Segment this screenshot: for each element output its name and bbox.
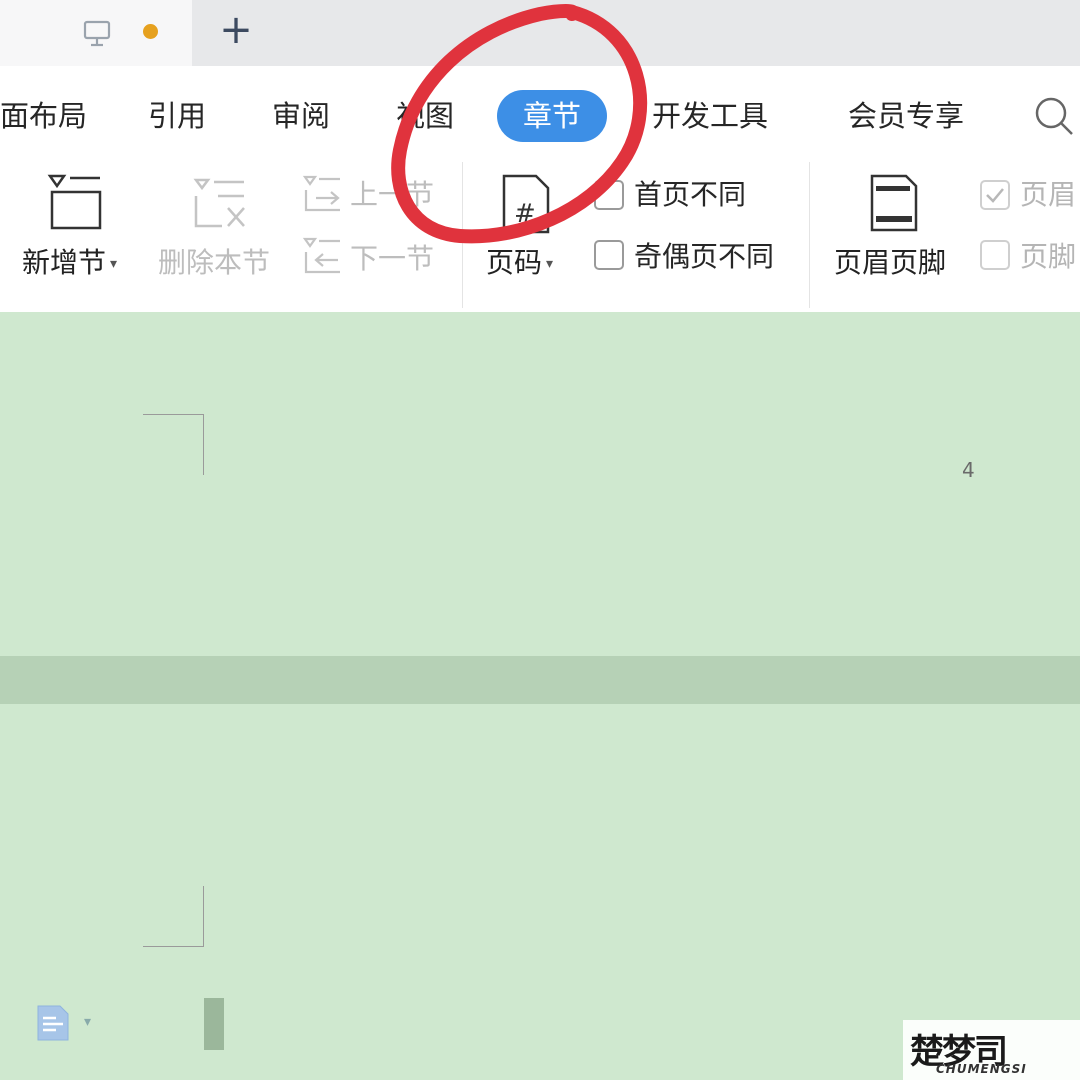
page-margin-corner [143, 414, 204, 475]
unsaved-dot [143, 24, 158, 39]
page-number-label: 页码 [486, 246, 543, 279]
tab-bar: + [0, 0, 1080, 66]
odd-even-different-checkbox[interactable] [594, 240, 624, 270]
tab-section[interactable]: 章节 [497, 90, 607, 142]
tab-developer-tools[interactable]: 开发工具 [652, 94, 768, 138]
first-page-different-label: 首页不同 [634, 178, 747, 211]
tab-member-exclusive[interactable]: 会员专享 [848, 94, 964, 138]
footer-checkbox[interactable] [980, 240, 1010, 270]
watermark-sub: CHUMENGSI [936, 1062, 1027, 1076]
svg-text:#: # [514, 199, 536, 229]
page-gap [0, 656, 1080, 704]
next-section-icon[interactable] [302, 236, 344, 276]
add-section-button[interactable]: 新增节 ▾ [22, 244, 117, 283]
check-icon [986, 188, 1004, 203]
plus-icon[interactable]: + [216, 8, 256, 52]
page-number-text: 4 [962, 458, 975, 482]
header-footer-button[interactable]: 页眉页脚 [834, 244, 946, 282]
ribbon-separator [809, 162, 810, 308]
delete-section-button[interactable]: 删除本节 [158, 244, 270, 282]
page-margin-corner [143, 886, 204, 947]
tab-view[interactable]: 视图 [396, 94, 454, 138]
header-checkbox[interactable] [980, 180, 1010, 210]
search-icon[interactable] [1032, 94, 1076, 138]
header-footer-icon[interactable] [868, 172, 920, 234]
prev-section-button[interactable]: 上一节 [350, 176, 434, 214]
text-cursor [204, 998, 224, 1050]
tab-references[interactable]: 引用 [148, 94, 206, 138]
delete-section-icon[interactable] [192, 176, 250, 232]
first-page-different-checkbox[interactable] [594, 180, 624, 210]
footer-label: 页脚 [1020, 240, 1077, 273]
document-format-icon[interactable] [36, 1004, 70, 1042]
odd-even-different-label: 奇偶页不同 [634, 240, 775, 273]
monitor-icon [83, 20, 111, 47]
header-label: 页眉 [1020, 178, 1077, 211]
ribbon-separator [462, 162, 463, 308]
add-section-icon[interactable] [46, 172, 104, 232]
page-number-icon[interactable]: # [500, 172, 552, 236]
next-section-button[interactable]: 下一节 [350, 240, 434, 278]
tab-page-layout[interactable]: 面布局 [0, 94, 87, 138]
page-number-button[interactable]: 页码 ▾ [486, 244, 553, 283]
chevron-down-icon[interactable]: ▾ [84, 1014, 91, 1030]
chevron-down-icon: ▾ [546, 256, 554, 272]
add-section-label: 新增节 [22, 246, 107, 279]
chevron-down-icon: ▾ [110, 256, 118, 272]
tab-review[interactable]: 审阅 [272, 94, 330, 138]
prev-section-icon[interactable] [302, 174, 344, 214]
